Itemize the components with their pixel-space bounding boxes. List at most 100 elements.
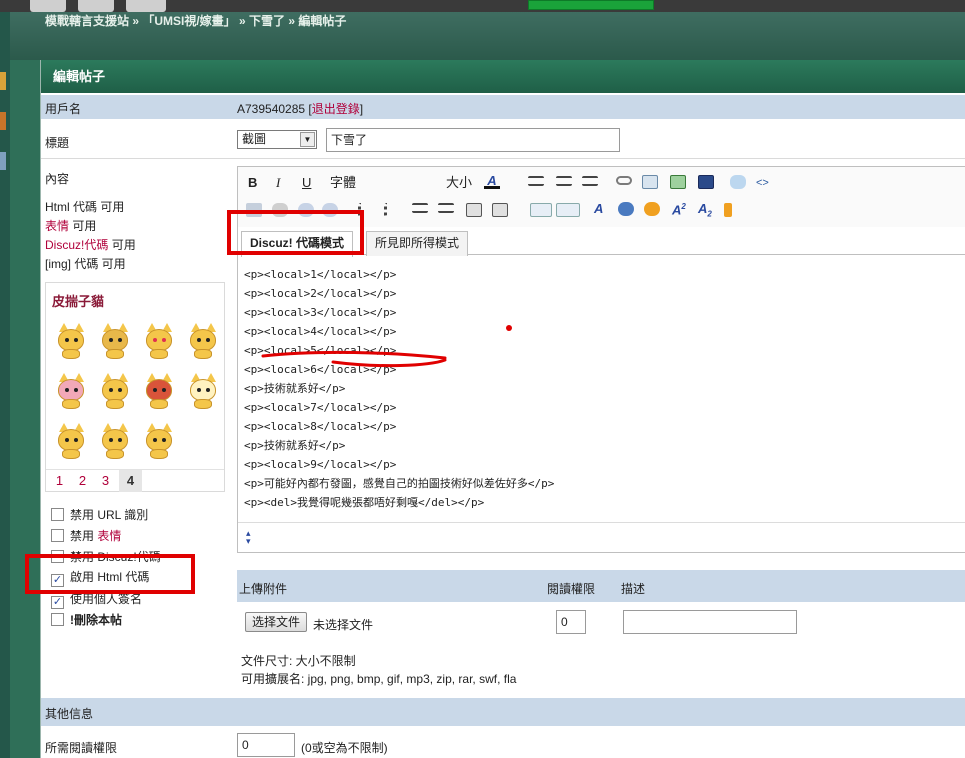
description-input[interactable] (623, 610, 797, 634)
title-label: 標題 (45, 136, 70, 150)
upload-attach-header: 上傳附件 (239, 582, 288, 596)
subscript-icon[interactable]: A2 (698, 201, 712, 219)
emoticon-page-4[interactable]: 4 (119, 470, 142, 492)
unordered-list-icon[interactable] (384, 203, 400, 217)
cat-emoticon-icon[interactable] (54, 421, 88, 459)
cat-emoticon-icon[interactable] (142, 321, 176, 359)
read-permission-label: 所需閱讀權限 (45, 741, 118, 755)
table-text-icon[interactable]: A (594, 201, 603, 217)
title-input-value: 下雪了 (331, 133, 368, 147)
smilies-link[interactable]: 表情 (45, 219, 69, 233)
media-icon[interactable] (698, 175, 714, 189)
tab-wysiwyg-mode[interactable]: 所見即所得模式 (366, 231, 469, 256)
title-prefix-select[interactable]: 截圖 ▼ (237, 130, 317, 149)
thumbnail-icon (30, 0, 66, 12)
thumbnail-icon (78, 0, 114, 12)
cat-emoticon-icon[interactable] (98, 321, 132, 359)
permission-input[interactable]: 0 (556, 610, 586, 634)
option-disable-url[interactable]: 禁用 URL 識別 (51, 506, 148, 524)
read-permission-input[interactable]: 0 (237, 733, 295, 757)
cat-emoticon-icon[interactable] (98, 421, 132, 459)
code-line: <p>技術就系好</p> (244, 439, 346, 452)
checkbox[interactable] (51, 529, 64, 542)
qq-icon[interactable] (644, 202, 660, 216)
breadcrumb[interactable]: 模戰轄言支援站 » 「UMSI視/嫁畫」 » 下雪了 » 編輯帖子 (45, 12, 346, 29)
option-disable-smilies[interactable]: 禁用 表情 (51, 527, 121, 545)
username-text: A739540285 (237, 102, 306, 116)
checkbox[interactable] (51, 508, 64, 521)
cat-emoticon-icon[interactable] (186, 321, 220, 359)
code-line: <p><local>2</local></p> (244, 287, 397, 300)
chevron-down-icon[interactable]: ▼ (300, 132, 315, 147)
cat-emoticon-icon[interactable] (142, 371, 176, 409)
code-line: <p><local>1</local></p> (244, 268, 397, 281)
image-icon[interactable] (670, 175, 686, 189)
resize-handle-icon[interactable]: ▴ ▾ (246, 529, 251, 546)
cat-emoticon-icon[interactable] (186, 371, 220, 409)
option-label: !刪除本帖 (70, 613, 122, 627)
checkbox-checked[interactable]: ✓ (51, 596, 64, 609)
choose-file-button[interactable]: 选择文件 (245, 612, 308, 632)
italic-button[interactable]: I (276, 175, 280, 191)
upload-permission-header: 閱讀權限 (547, 582, 596, 596)
audio-icon[interactable] (724, 203, 732, 217)
file-size-note: 文件尺寸: 大小不限制 (241, 654, 356, 668)
read-permission-value: 0 (242, 738, 249, 752)
align-center-icon[interactable] (556, 176, 572, 186)
emoticon-page-2[interactable]: 2 (71, 470, 94, 492)
align-right-icon[interactable] (582, 176, 598, 186)
size-button[interactable]: 大小 (446, 175, 472, 191)
top-green-button[interactable] (528, 0, 654, 10)
smilies-option-link[interactable]: 表情 (97, 529, 121, 543)
float-left-icon[interactable] (466, 203, 482, 217)
username-value: A739540285 [退出登錄] (237, 102, 364, 116)
discuz-link[interactable]: Discuz!代碼 (45, 238, 108, 252)
thumbnail-icon (126, 0, 166, 12)
emoticon-page-3[interactable]: 3 (94, 470, 117, 492)
code-line: <p><local>8</local></p> (244, 420, 397, 433)
cat-emoticon-icon[interactable] (54, 371, 88, 409)
emoticon-title: 皮揣子貓 (52, 294, 105, 309)
editor-textarea[interactable]: <p><local>1</local></p> <p><local>2</loc… (244, 265, 954, 512)
outdent-icon[interactable] (438, 203, 454, 213)
option-delete-post[interactable]: !刪除本帖 (51, 611, 122, 629)
flash-icon[interactable] (618, 202, 634, 216)
font-button[interactable]: 字體 (330, 175, 356, 191)
cat-emoticon-icon[interactable] (142, 421, 176, 459)
float-right-icon[interactable] (492, 203, 508, 217)
emoticon-panel: 皮揣子貓 1 2 3 4 (45, 282, 225, 492)
link-icon[interactable] (616, 176, 632, 185)
panel-title: 編輯帖子 (41, 60, 965, 93)
divider (41, 158, 965, 159)
logout-link[interactable]: 退出登錄 (312, 102, 360, 116)
underline-button[interactable]: U (302, 175, 311, 191)
email-icon[interactable] (642, 175, 658, 189)
emoticon-page-1[interactable]: 1 (48, 470, 71, 492)
checkbox[interactable] (51, 613, 64, 626)
align-left-icon[interactable] (528, 176, 544, 186)
hide-icon[interactable] (556, 203, 580, 217)
bold-button[interactable]: B (248, 175, 257, 191)
smilies-status: 表情 可用 (45, 217, 96, 234)
read-permission-note: (0或空為不限制) (301, 741, 388, 755)
annotation-red-box (25, 554, 195, 594)
code-line: <p><del>我覺得呢幾張都唔好剩嘎</del></p> (244, 496, 485, 509)
title-input[interactable]: 下雪了 (326, 128, 620, 152)
emoticon-pager: 1 2 3 4 (46, 469, 224, 492)
option-label: 禁用 (70, 529, 95, 543)
cat-emoticon-icon[interactable] (98, 371, 132, 409)
code-icon[interactable]: <> (756, 175, 769, 191)
editor-resize-bar[interactable]: ▴ ▾ (238, 522, 965, 552)
discuz-status-text: 可用 (111, 238, 136, 252)
annotation-red-scribble (261, 350, 447, 368)
bookmark-icon (0, 152, 6, 170)
free-icon[interactable] (530, 203, 552, 217)
quote-icon[interactable] (730, 175, 746, 189)
cat-emoticon-icon[interactable] (54, 321, 88, 359)
superscript-icon[interactable]: A2 (672, 199, 686, 217)
code-line: <p><local>4</local></p> (244, 325, 397, 338)
indent-icon[interactable] (412, 203, 428, 213)
code-line: <p><local>9</local></p> (244, 458, 397, 471)
font-color-button[interactable]: A (484, 173, 500, 189)
annotation-red-dot (506, 325, 512, 331)
